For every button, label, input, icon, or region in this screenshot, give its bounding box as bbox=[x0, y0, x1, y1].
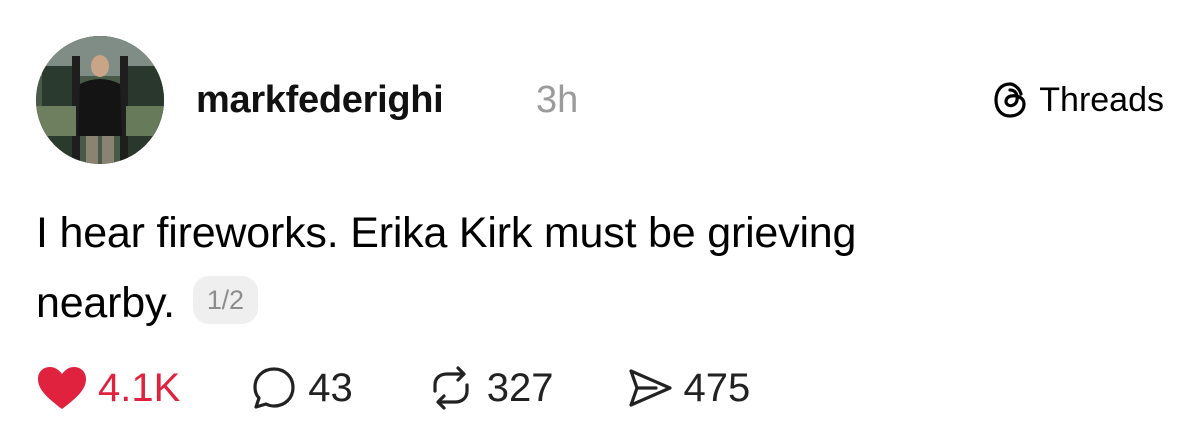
share-icon bbox=[628, 369, 672, 407]
threads-brand-label: Threads bbox=[1039, 80, 1164, 119]
post-timestamp: 3h bbox=[536, 79, 579, 121]
heart-icon bbox=[38, 367, 86, 409]
post-text-line: I hear fireworks. Erika Kirk must be gri… bbox=[36, 209, 857, 257]
avatar-photo bbox=[36, 36, 164, 164]
repost-count: 327 bbox=[486, 365, 554, 410]
threads-brand: Threads bbox=[991, 78, 1164, 122]
share-count: 475 bbox=[683, 365, 751, 410]
post-body: I hear fireworks. Erika Kirk must be gri… bbox=[36, 198, 1136, 338]
like-button[interactable]: 4.1K bbox=[36, 365, 180, 411]
post-actions: 4.1K 43 327 475 bbox=[36, 360, 822, 416]
repost-icon bbox=[433, 366, 469, 410]
share-button[interactable]: 475 bbox=[626, 365, 751, 411]
avatar[interactable] bbox=[36, 36, 164, 164]
comment-icon bbox=[253, 367, 295, 409]
reply-button[interactable]: 43 bbox=[250, 365, 353, 411]
like-count: 4.1K bbox=[98, 365, 181, 410]
username[interactable]: markfederighi bbox=[196, 76, 444, 124]
post-text-line-2: nearby. bbox=[36, 279, 175, 327]
thread-position-badge: 1/2 bbox=[192, 275, 258, 324]
repost-button[interactable]: 327 bbox=[425, 365, 554, 411]
reply-count: 43 bbox=[308, 365, 353, 410]
threads-logo-icon bbox=[994, 82, 1026, 118]
post-text-line: nearby. 1/2 bbox=[36, 268, 1136, 338]
threads-post: markfederighi 3h Threads I hear firework… bbox=[0, 0, 1200, 430]
